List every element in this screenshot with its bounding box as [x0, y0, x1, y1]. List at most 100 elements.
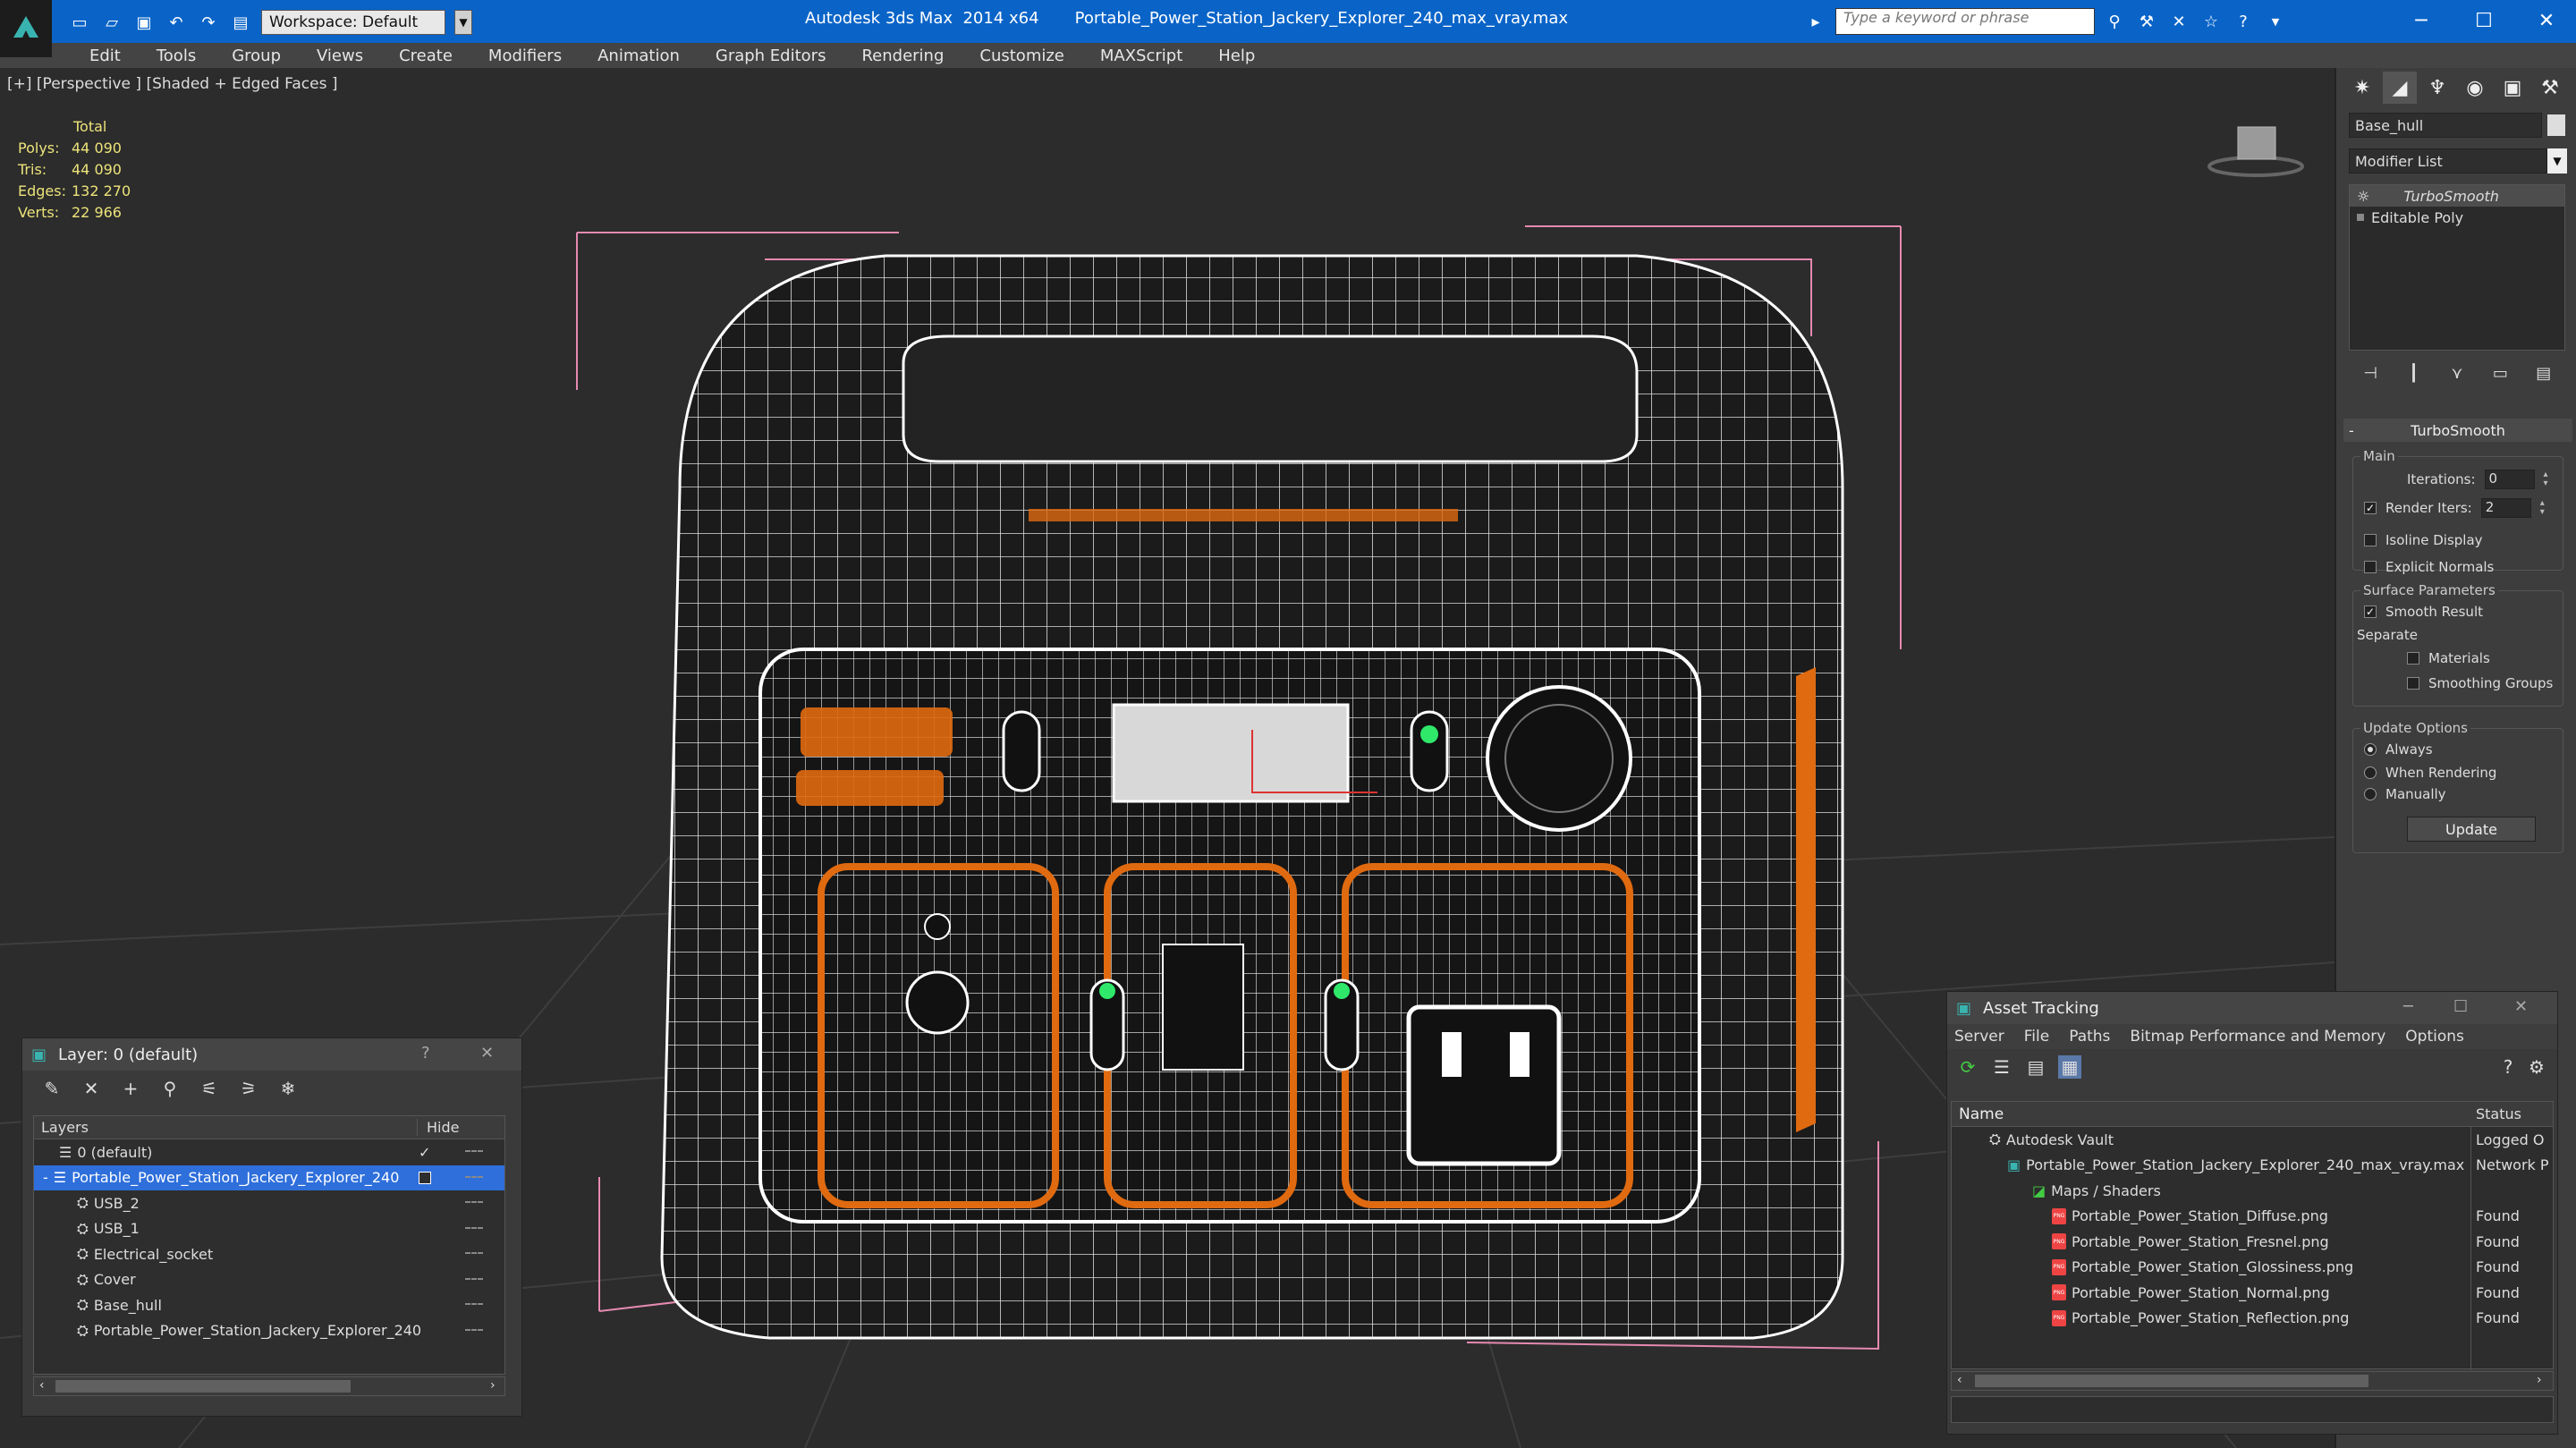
hide-toggle[interactable] [465, 1277, 483, 1282]
project-folder-icon[interactable]: ▤ [229, 11, 252, 34]
table-view-icon[interactable]: ▦ [2058, 1055, 2081, 1079]
modify-tab-icon[interactable]: ◢ [2383, 72, 2417, 104]
binoculars-icon[interactable]: ⚲ [2102, 9, 2127, 34]
rollout-header[interactable]: - TurboSmooth [2343, 419, 2572, 442]
materials-checkbox[interactable] [2407, 652, 2419, 665]
scroll-thumb[interactable] [55, 1380, 351, 1393]
object-name-field[interactable]: Base_hull [2349, 113, 2542, 138]
object-color-swatch[interactable] [2547, 114, 2565, 136]
close-icon[interactable]: ✕ [2526, 5, 2567, 36]
asset-row[interactable]: ◪ Maps / Shaders [1952, 1178, 2553, 1204]
help-icon[interactable]: ? [421, 1044, 430, 1063]
layer-row[interactable]: ⛭ USB_1 [34, 1216, 504, 1242]
asset-row[interactable]: PNG Portable_Power_Station_Reflection.png… [1952, 1306, 2553, 1332]
communication-icon[interactable]: ✕ [2166, 9, 2191, 34]
expand-icon[interactable] [2357, 214, 2364, 221]
settings-icon[interactable]: ⚙ [2525, 1055, 2548, 1079]
scroll-right-icon[interactable]: › [490, 1378, 496, 1393]
detail-view-icon[interactable]: ▤ [2024, 1055, 2047, 1079]
open-file-icon[interactable]: ▱ [100, 11, 123, 34]
hide-toggle[interactable] [465, 1226, 483, 1231]
hide-toggle[interactable] [465, 1328, 483, 1333]
close-icon[interactable]: ✕ [480, 1044, 494, 1063]
search-expand-icon[interactable]: ▸ [1803, 9, 1828, 34]
asset-row[interactable]: ⛭ Autodesk Vault Logged O [1952, 1127, 2553, 1153]
help-dropdown-icon[interactable]: ▼ [2263, 9, 2288, 34]
menu-tools[interactable]: Tools [139, 47, 214, 65]
favorites-star-icon[interactable]: ☆ [2199, 9, 2224, 34]
workspace-dropdown-arrow[interactable]: ▼ [454, 10, 472, 35]
manually-radio[interactable] [2364, 788, 2377, 800]
collapse-icon[interactable]: - [43, 1169, 48, 1186]
menu-create[interactable]: Create [381, 47, 470, 65]
remove-modifier-icon[interactable]: ▭ [2488, 361, 2512, 385]
hide-toggle[interactable] [465, 1201, 483, 1205]
add-to-layer-icon[interactable]: + [119, 1077, 142, 1100]
configure-sets-icon[interactable]: ▤ [2532, 361, 2555, 385]
render-iters-checkbox[interactable]: ✓ [2364, 502, 2377, 514]
subscription-icon[interactable]: ⚒ [2134, 9, 2159, 34]
menu-edit[interactable]: Edit [72, 47, 139, 65]
modifier-list-dropdown[interactable]: Modifier List [2349, 148, 2547, 174]
pin-stack-icon[interactable]: ⊣ [2359, 361, 2382, 385]
delete-layer-icon[interactable]: ✕ [80, 1077, 103, 1100]
active-layer-check-icon[interactable]: ✓ [419, 1144, 430, 1161]
asset-menu-file[interactable]: File [2024, 1028, 2049, 1046]
hierarchy-tab-icon[interactable]: ♆ [2420, 72, 2454, 104]
isoline-checkbox[interactable] [2364, 534, 2377, 546]
asset-row[interactable]: PNG Portable_Power_Station_Glossiness.png… [1952, 1255, 2553, 1281]
show-end-result-icon[interactable]: ┃ [2402, 361, 2426, 385]
menu-rendering[interactable]: Rendering [843, 47, 962, 65]
smooth-result-checkbox[interactable]: ✓ [2364, 605, 2377, 618]
hide-toggle[interactable] [465, 1175, 483, 1180]
search-input[interactable]: Type a keyword or phrase [1835, 8, 2095, 35]
motion-tab-icon[interactable]: ◉ [2458, 72, 2492, 104]
menu-maxscript[interactable]: MAXScript [1082, 47, 1200, 65]
undo-icon[interactable]: ↶ [165, 11, 188, 34]
hide-toggle[interactable] [465, 1303, 483, 1307]
highlight-layer-icon[interactable]: ⚟ [198, 1077, 221, 1100]
asset-menu-bitmap[interactable]: Bitmap Performance and Memory [2130, 1028, 2385, 1046]
display-tab-icon[interactable]: ▣ [2496, 72, 2529, 104]
asset-window-title[interactable]: ▣ Asset Tracking ─ ☐ ✕ [1947, 992, 2557, 1024]
make-unique-icon[interactable]: ⋎ [2445, 361, 2469, 385]
viewcube-icon[interactable] [2207, 126, 2304, 177]
select-objects-icon[interactable]: ⚲ [158, 1077, 182, 1100]
menu-help[interactable]: Help [1200, 47, 1273, 65]
asset-menu-paths[interactable]: Paths [2069, 1028, 2110, 1046]
redo-icon[interactable]: ↷ [197, 11, 220, 34]
spinner-arrows-icon[interactable]: ▴ ▾ [2540, 499, 2545, 517]
asset-row[interactable]: PNG Portable_Power_Station_Fresnel.png Fou… [1952, 1229, 2553, 1255]
utilities-tab-icon[interactable]: ⚒ [2533, 72, 2567, 104]
layer-window-title[interactable]: ▣ Layer: 0 (default) ? ✕ [22, 1038, 521, 1071]
refresh-icon[interactable]: ⟳ [1956, 1055, 1979, 1079]
scroll-thumb[interactable] [1975, 1375, 2368, 1387]
maximize-icon[interactable]: ☐ [2453, 997, 2468, 1016]
layer-row[interactable]: ⛭ Cover [34, 1267, 504, 1293]
layer-row[interactable]: ⛭ Base_hull [34, 1292, 504, 1318]
create-tab-icon[interactable]: ✷ [2345, 72, 2379, 104]
asset-row[interactable]: PNG Portable_Power_Station_Normal.png Foun… [1952, 1280, 2553, 1306]
minimize-icon[interactable]: ─ [2403, 997, 2413, 1016]
asset-row[interactable]: ▣ Portable_Power_Station_Jackery_Explorer… [1952, 1153, 2553, 1179]
when-rendering-radio[interactable] [2364, 766, 2377, 779]
asset-horizontal-scrollbar[interactable]: ‹ › [1951, 1371, 2554, 1391]
menu-graph-editors[interactable]: Graph Editors [698, 47, 844, 65]
spinner-arrows-icon[interactable]: ▴ ▾ [2544, 470, 2548, 488]
always-radio[interactable] [2364, 743, 2377, 756]
asset-menu-server[interactable]: Server [1954, 1028, 2004, 1046]
render-iters-spinner[interactable]: 2 [2480, 498, 2531, 518]
col-layers[interactable]: Layers [34, 1119, 417, 1136]
hide-toggle[interactable] [465, 1252, 483, 1256]
modifier-list-arrow[interactable]: ▼ [2547, 148, 2567, 174]
update-button[interactable]: Update [2407, 817, 2536, 842]
layer-row[interactable]: ⛭ Electrical_socket [34, 1241, 504, 1267]
collapse-icon[interactable]: - [2349, 422, 2354, 439]
maximize-icon[interactable]: ☐ [2463, 5, 2504, 36]
new-file-icon[interactable]: ▭ [68, 11, 91, 34]
stack-item-editable-poly[interactable]: Editable Poly [2350, 207, 2564, 228]
new-layer-icon[interactable]: ✎ [40, 1077, 64, 1100]
menu-modifiers[interactable]: Modifiers [470, 47, 580, 65]
minimize-icon[interactable]: ─ [2401, 5, 2442, 36]
viewport-label[interactable]: [+] [Perspective ] [Shaded + Edged Faces… [7, 75, 337, 93]
